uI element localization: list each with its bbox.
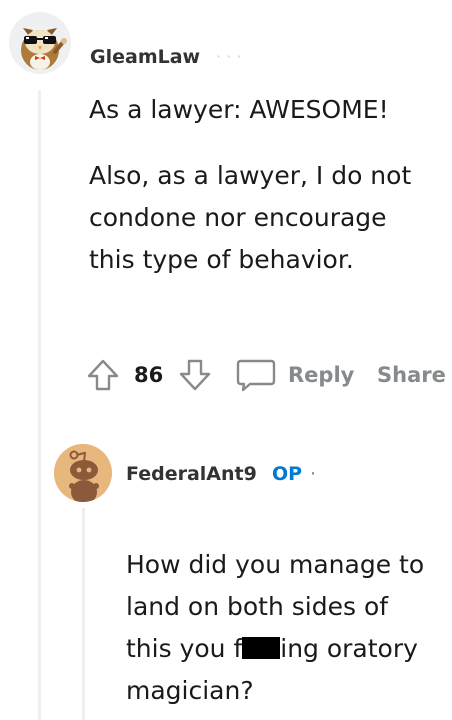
comment-paragraph: Also, as a lawyer, I do not condone nor … [89, 161, 412, 274]
snoo-avatar-icon[interactable] [54, 444, 112, 502]
reply-button[interactable]: Reply [288, 361, 354, 389]
thread-line[interactable] [38, 90, 41, 720]
comment-meta: · · · [216, 47, 242, 66]
censor-bar [242, 637, 281, 659]
meta-separator: · [310, 463, 317, 485]
share-button[interactable]: Share [377, 361, 446, 389]
owl-avatar-icon[interactable] [9, 12, 71, 74]
op-badge: OP [272, 463, 303, 485]
reply-paragraph: How did you manage to land on both sides… [126, 544, 426, 712]
comment-username[interactable]: GleamLaw [90, 43, 200, 71]
comment-body: As a lawyer: AWESOME! Also, as a lawyer,… [89, 89, 429, 281]
comment-paragraph: As a lawyer: AWESOME! [89, 95, 389, 124]
reply-thread-line[interactable] [82, 508, 85, 720]
reply-username[interactable]: FederalAnt9 [126, 460, 257, 488]
downvote-arrow-icon[interactable] [178, 358, 212, 392]
comment-bubble-icon[interactable] [236, 357, 276, 393]
upvote-arrow-icon[interactable] [86, 358, 120, 392]
vote-score: 86 [134, 363, 164, 387]
reply-body: How did you manage to land on both sides… [126, 544, 426, 712]
comment-action-bar: 86 Reply Share [86, 352, 446, 398]
